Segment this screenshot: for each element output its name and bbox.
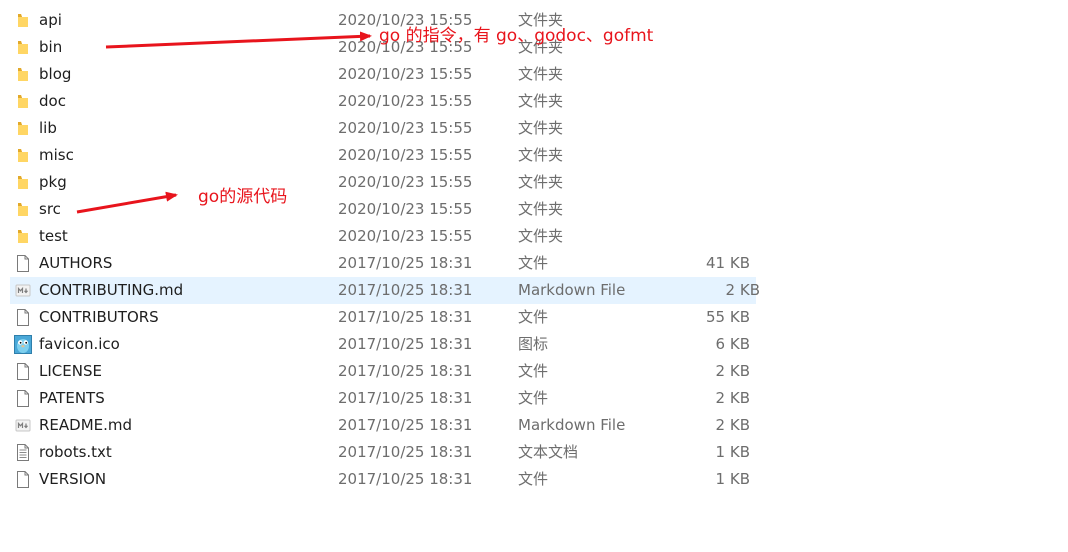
src-annotation-arrow	[76, 191, 178, 214]
src-annotation-text: go的源代码	[198, 187, 288, 207]
bin-annotation-text: go 的指令，有 go、godoc、gofmt	[379, 26, 654, 46]
annotation-arrows	[76, 31, 372, 214]
bin-annotation-arrow	[105, 31, 372, 49]
